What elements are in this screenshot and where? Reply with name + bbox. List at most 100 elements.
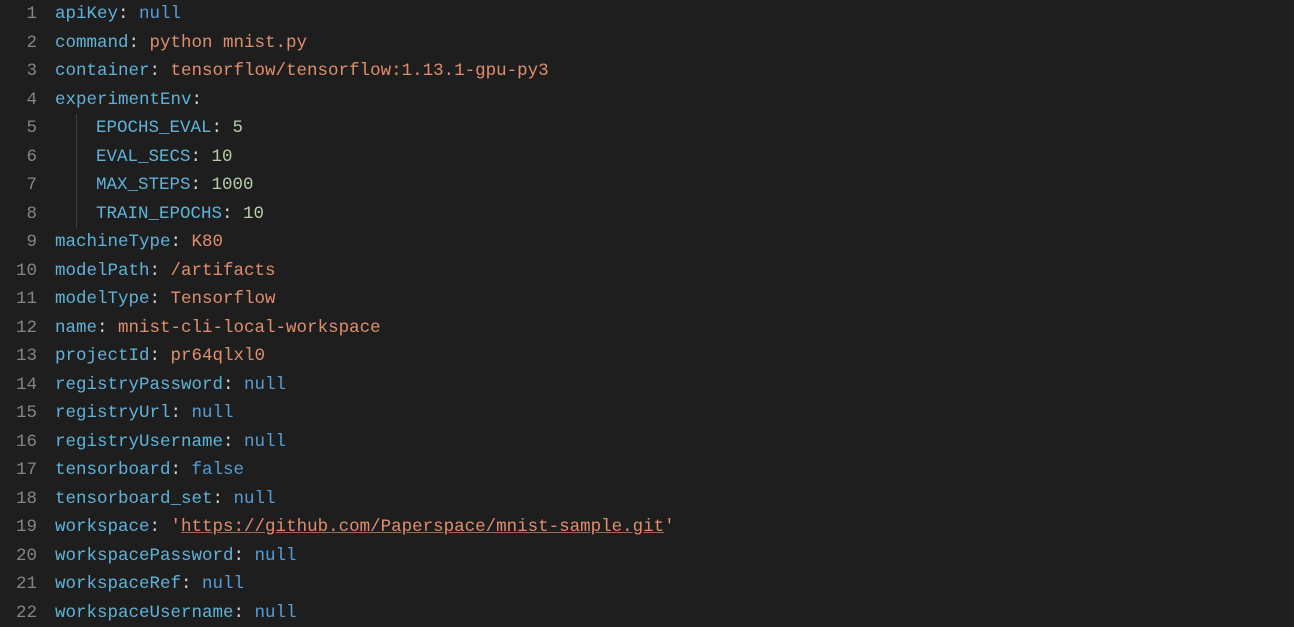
code-line[interactable]: TRAIN_EPOCHS: 10 bbox=[55, 200, 1294, 229]
code-line[interactable]: machineType: K80 bbox=[55, 228, 1294, 257]
code-line[interactable]: registryUsername: null bbox=[55, 428, 1294, 457]
colon: : bbox=[191, 143, 212, 172]
code-line[interactable]: apiKey: null bbox=[55, 0, 1294, 29]
line-number: 19 bbox=[0, 513, 37, 542]
colon: : bbox=[150, 57, 171, 86]
colon: : bbox=[118, 0, 139, 29]
line-number: 4 bbox=[0, 86, 37, 115]
yaml-value-string: K80 bbox=[192, 228, 224, 257]
code-line[interactable]: tensorboard_set: null bbox=[55, 485, 1294, 514]
code-line[interactable]: registryUrl: null bbox=[55, 399, 1294, 428]
colon: : bbox=[171, 456, 192, 485]
yaml-value-bool: false bbox=[192, 456, 245, 485]
yaml-key: registryUsername bbox=[55, 428, 223, 457]
line-number: 6 bbox=[0, 143, 37, 172]
line-number: 10 bbox=[0, 257, 37, 286]
colon: : bbox=[150, 285, 171, 314]
colon: : bbox=[129, 29, 150, 58]
code-line[interactable]: projectId: pr64qlxl0 bbox=[55, 342, 1294, 371]
yaml-key: name bbox=[55, 314, 97, 343]
colon: : bbox=[222, 200, 243, 229]
colon: : bbox=[171, 399, 192, 428]
quote: ' bbox=[664, 513, 675, 542]
yaml-value-null: null bbox=[255, 542, 297, 571]
indent-guide-icon bbox=[76, 143, 77, 172]
line-number: 14 bbox=[0, 371, 37, 400]
line-number: 22 bbox=[0, 599, 37, 627]
line-number: 15 bbox=[0, 399, 37, 428]
yaml-key: TRAIN_EPOCHS bbox=[96, 200, 222, 229]
yaml-key: EPOCHS_EVAL bbox=[96, 114, 212, 143]
code-line[interactable]: EPOCHS_EVAL: 5 bbox=[55, 114, 1294, 143]
code-line[interactable]: EVAL_SECS: 10 bbox=[55, 143, 1294, 172]
code-line[interactable]: MAX_STEPS: 1000 bbox=[55, 171, 1294, 200]
code-line[interactable]: workspacePassword: null bbox=[55, 542, 1294, 571]
yaml-value-number: 1000 bbox=[212, 171, 254, 200]
yaml-value-string: python mnist.py bbox=[150, 29, 308, 58]
yaml-key: modelType bbox=[55, 285, 150, 314]
colon: : bbox=[150, 342, 171, 371]
colon: : bbox=[150, 257, 171, 286]
line-number: 9 bbox=[0, 228, 37, 257]
yaml-value-null: null bbox=[202, 570, 244, 599]
colon: : bbox=[223, 428, 244, 457]
colon: : bbox=[192, 86, 203, 115]
yaml-key: workspaceRef bbox=[55, 570, 181, 599]
line-number: 21 bbox=[0, 570, 37, 599]
yaml-value-string: /artifacts bbox=[171, 257, 276, 286]
yaml-key: tensorboard_set bbox=[55, 485, 213, 514]
yaml-value-string: mnist-cli-local-workspace bbox=[118, 314, 381, 343]
yaml-key: apiKey bbox=[55, 0, 118, 29]
line-number: 11 bbox=[0, 285, 37, 314]
yaml-value-null: null bbox=[139, 0, 181, 29]
line-number: 7 bbox=[0, 171, 37, 200]
indent-guide-icon bbox=[76, 200, 77, 229]
code-line[interactable]: experimentEnv: bbox=[55, 86, 1294, 115]
yaml-key: tensorboard bbox=[55, 456, 171, 485]
code-line[interactable]: command: python mnist.py bbox=[55, 29, 1294, 58]
yaml-value-null: null bbox=[244, 428, 286, 457]
line-number: 17 bbox=[0, 456, 37, 485]
colon: : bbox=[181, 570, 202, 599]
code-line[interactable]: workspaceUsername: null bbox=[55, 599, 1294, 627]
yaml-key: EVAL_SECS bbox=[96, 143, 191, 172]
colon: : bbox=[234, 542, 255, 571]
code-line[interactable]: modelType: Tensorflow bbox=[55, 285, 1294, 314]
yaml-key: modelPath bbox=[55, 257, 150, 286]
yaml-value-number: 10 bbox=[243, 200, 264, 229]
code-line[interactable]: modelPath: /artifacts bbox=[55, 257, 1294, 286]
yaml-key: workspace bbox=[55, 513, 150, 542]
indent-guide-icon bbox=[76, 171, 77, 200]
yaml-value-null: null bbox=[255, 599, 297, 627]
code-line[interactable]: container: tensorflow/tensorflow:1.13.1-… bbox=[55, 57, 1294, 86]
yaml-value-null: null bbox=[192, 399, 234, 428]
code-line[interactable]: registryPassword: null bbox=[55, 371, 1294, 400]
colon: : bbox=[213, 485, 234, 514]
code-editor[interactable]: 1 2 3 4 5 6 7 8 9 10 11 12 13 14 15 16 1… bbox=[0, 0, 1294, 626]
indent-guide-icon bbox=[76, 114, 77, 143]
line-number: 8 bbox=[0, 200, 37, 229]
line-number-gutter: 1 2 3 4 5 6 7 8 9 10 11 12 13 14 15 16 1… bbox=[0, 0, 55, 626]
code-line[interactable]: workspaceRef: null bbox=[55, 570, 1294, 599]
line-number: 5 bbox=[0, 114, 37, 143]
yaml-value-null: null bbox=[244, 371, 286, 400]
yaml-key: registryPassword bbox=[55, 371, 223, 400]
yaml-value-number: 10 bbox=[212, 143, 233, 172]
yaml-value-number: 5 bbox=[233, 114, 244, 143]
line-number: 20 bbox=[0, 542, 37, 571]
yaml-key: MAX_STEPS bbox=[96, 171, 191, 200]
yaml-value-string: Tensorflow bbox=[171, 285, 276, 314]
line-number: 12 bbox=[0, 314, 37, 343]
yaml-key: command bbox=[55, 29, 129, 58]
colon: : bbox=[234, 599, 255, 627]
colon: : bbox=[223, 371, 244, 400]
yaml-key: projectId bbox=[55, 342, 150, 371]
code-content[interactable]: apiKey: null command: python mnist.py co… bbox=[55, 0, 1294, 626]
code-line[interactable]: tensorboard: false bbox=[55, 456, 1294, 485]
code-line[interactable]: workspace: 'https://github.com/Paperspac… bbox=[55, 513, 1294, 542]
colon: : bbox=[97, 314, 118, 343]
yaml-value-link[interactable]: https://github.com/Paperspace/mnist-samp… bbox=[181, 513, 664, 542]
code-line[interactable]: name: mnist-cli-local-workspace bbox=[55, 314, 1294, 343]
colon: : bbox=[150, 513, 171, 542]
yaml-key: machineType bbox=[55, 228, 171, 257]
